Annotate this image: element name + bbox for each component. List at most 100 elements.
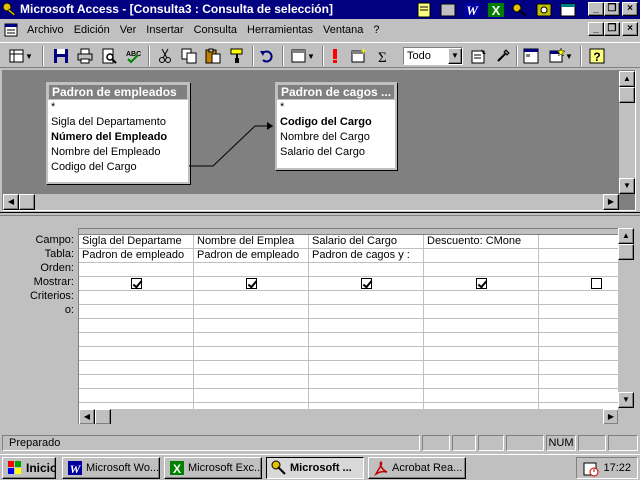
- scroll-left-arrow-icon[interactable]: ◀: [79, 409, 95, 424]
- criterios-cell[interactable]: [539, 291, 618, 305]
- access-key-icon[interactable]: [2, 2, 18, 17]
- tabla-cell[interactable]: Padron de empleado: [79, 249, 193, 263]
- show-checkbox[interactable]: [591, 278, 602, 289]
- database-window-button[interactable]: [520, 46, 542, 66]
- menu-herramientas[interactable]: Herramientas: [242, 24, 318, 36]
- scroll-up-arrow-icon[interactable]: ▲: [619, 71, 635, 87]
- office-notes-icon[interactable]: [412, 0, 436, 19]
- grid-cell[interactable]: [79, 319, 193, 333]
- help-button[interactable]: ?: [586, 46, 608, 66]
- menu-ventana[interactable]: Ventana: [318, 24, 368, 36]
- campo-cell[interactable]: Nombre del Emplea: [194, 235, 308, 249]
- paste-button[interactable]: [202, 46, 224, 66]
- undo-button[interactable]: [256, 46, 278, 66]
- schedule-shortcut-icon[interactable]: [556, 0, 580, 19]
- show-checkbox[interactable]: [361, 278, 372, 289]
- new-object-button[interactable]: ▼: [544, 46, 578, 66]
- grid-cell[interactable]: [309, 347, 423, 361]
- o-cell[interactable]: [539, 305, 618, 319]
- close-doc-button[interactable]: ×: [622, 22, 638, 36]
- scroll-up-arrow-icon[interactable]: ▲: [618, 228, 634, 244]
- word-shortcut-icon[interactable]: W: [460, 0, 484, 19]
- criterios-cell[interactable]: [424, 291, 538, 305]
- table-pane-vscrollbar[interactable]: ▲ ▼: [619, 71, 635, 194]
- build-button[interactable]: [492, 46, 514, 66]
- format-painter-button[interactable]: [226, 46, 248, 66]
- clock[interactable]: 17:22: [603, 462, 631, 474]
- grid-cell[interactable]: [309, 375, 423, 389]
- grid-hscrollbar[interactable]: ◀ ▶: [79, 409, 618, 424]
- totals-button[interactable]: Σ: [372, 46, 394, 66]
- orden-cell[interactable]: [79, 263, 193, 277]
- grid-cell[interactable]: [424, 361, 538, 375]
- scroll-thumb[interactable]: [95, 409, 111, 424]
- criterios-cell[interactable]: [79, 291, 193, 305]
- task-button-access[interactable]: Microsoft ...: [266, 457, 364, 479]
- table-pane-hscrollbar[interactable]: ◀ ▶: [3, 194, 619, 210]
- menu-consulta[interactable]: Consulta: [189, 24, 242, 36]
- task-button-acrobat[interactable]: Acrobat Rea...: [368, 457, 466, 479]
- spelling-button[interactable]: ABC: [122, 46, 144, 66]
- tabla-cell[interactable]: [539, 249, 618, 263]
- show-checkbox[interactable]: [476, 278, 487, 289]
- grid-column[interactable]: Salario del Cargo Padron de cagos y :: [309, 229, 424, 424]
- grid-column[interactable]: Sigla del Departame Padron de empleado: [79, 229, 194, 424]
- grid-column[interactable]: Descuento: CMone: [424, 229, 539, 424]
- menu-insertar[interactable]: Insertar: [141, 24, 188, 36]
- print-preview-button[interactable]: [98, 46, 120, 66]
- task-button-word[interactable]: W Microsoft Wo...: [62, 457, 160, 479]
- top-values-combo[interactable]: Todo ▼: [403, 47, 463, 65]
- grid-column[interactable]: [539, 229, 618, 424]
- grid-cell[interactable]: [539, 347, 618, 361]
- grid-cell[interactable]: [309, 389, 423, 403]
- scroll-thumb[interactable]: [618, 244, 634, 260]
- grid-cell[interactable]: [79, 375, 193, 389]
- grid-cell[interactable]: [79, 389, 193, 403]
- pane-splitter[interactable]: [0, 212, 640, 216]
- criterios-cell[interactable]: [194, 291, 308, 305]
- grid-cell[interactable]: [424, 319, 538, 333]
- grid-cell[interactable]: [424, 389, 538, 403]
- grid-cell[interactable]: [194, 361, 308, 375]
- grid-cell[interactable]: [539, 375, 618, 389]
- tabla-cell[interactable]: Padron de empleado: [194, 249, 308, 263]
- menu-archivo[interactable]: Archivo: [22, 24, 69, 36]
- properties-button[interactable]: [468, 46, 490, 66]
- menu-help[interactable]: ?: [368, 24, 384, 36]
- o-cell[interactable]: [309, 305, 423, 319]
- print-button[interactable]: [74, 46, 96, 66]
- copy-button[interactable]: [178, 46, 200, 66]
- binder-shortcut-icon[interactable]: [532, 0, 556, 19]
- grid-column[interactable]: Nombre del Emplea Padron de empleado: [194, 229, 309, 424]
- grid-cell[interactable]: [194, 389, 308, 403]
- show-checkbox[interactable]: [246, 278, 257, 289]
- show-checkbox[interactable]: [131, 278, 142, 289]
- show-table-button[interactable]: +: [348, 46, 370, 66]
- minimize-doc-button[interactable]: _: [588, 22, 604, 36]
- task-button-excel[interactable]: X Microsoft Exc...: [164, 457, 262, 479]
- scroll-thumb[interactable]: [19, 194, 35, 210]
- scroll-right-arrow-icon[interactable]: ▶: [603, 409, 618, 424]
- campo-cell[interactable]: Descuento: CMone: [424, 235, 538, 249]
- grid-cell[interactable]: [539, 333, 618, 347]
- scroll-down-arrow-icon[interactable]: ▼: [618, 392, 634, 408]
- office-app-icon[interactable]: [436, 0, 460, 19]
- menu-edicion[interactable]: Edición: [69, 24, 115, 36]
- grid-cell[interactable]: [194, 347, 308, 361]
- save-button[interactable]: [50, 46, 72, 66]
- join-line[interactable]: [3, 71, 637, 212]
- cut-button[interactable]: [154, 46, 176, 66]
- tabla-cell[interactable]: Padron de cagos y :: [309, 249, 423, 263]
- grid-cell[interactable]: [309, 333, 423, 347]
- orden-cell[interactable]: [424, 263, 538, 277]
- view-button[interactable]: ▼: [4, 46, 38, 66]
- orden-cell[interactable]: [539, 263, 618, 277]
- chevron-down-icon[interactable]: ▼: [448, 48, 462, 64]
- menu-ver[interactable]: Ver: [115, 24, 142, 36]
- o-cell[interactable]: [194, 305, 308, 319]
- scroll-down-arrow-icon[interactable]: ▼: [619, 178, 635, 194]
- scheduler-tray-icon[interactable]: [583, 461, 599, 477]
- grid-cell[interactable]: [424, 333, 538, 347]
- campo-cell[interactable]: [539, 235, 618, 249]
- campo-cell[interactable]: Sigla del Departame: [79, 235, 193, 249]
